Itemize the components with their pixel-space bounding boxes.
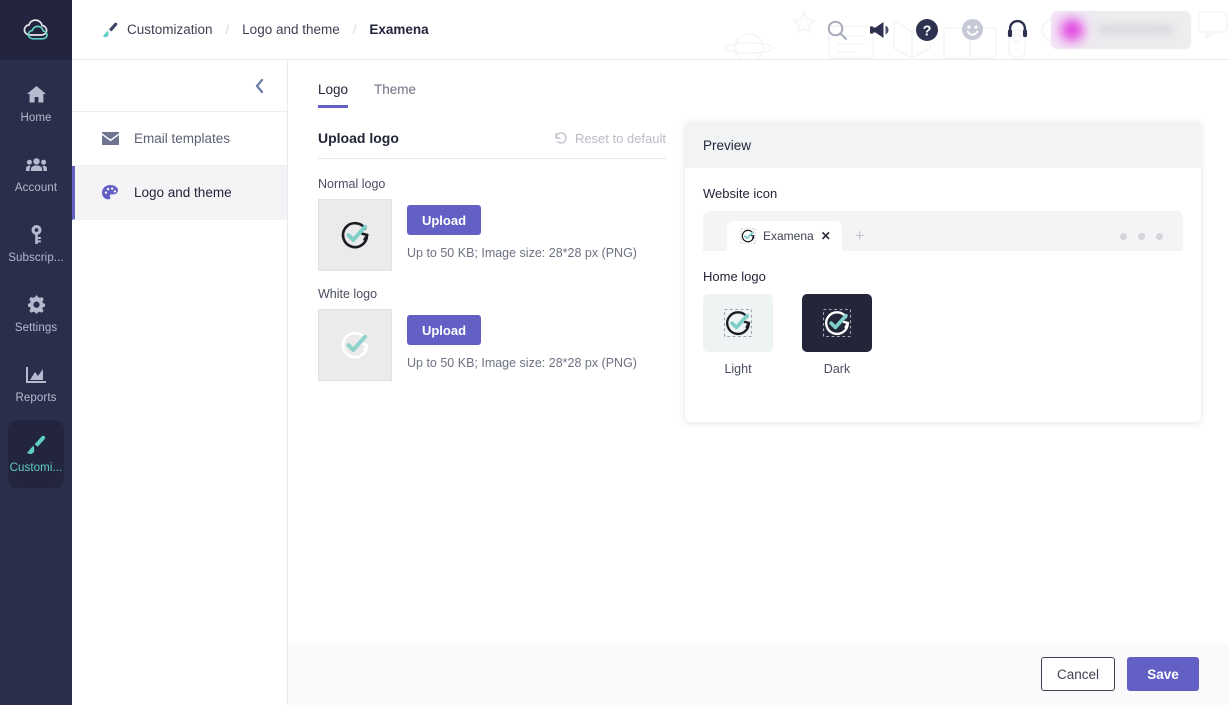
reset-arrow-icon — [555, 132, 567, 144]
top-header: Customization / Logo and theme / Examena — [72, 0, 1229, 60]
browser-menu-dots[interactable] — [1120, 233, 1163, 240]
white-logo-thumbnail[interactable] — [318, 309, 392, 381]
tab-logo[interactable]: Logo — [318, 82, 349, 108]
website-icon-label: Website icon — [703, 186, 778, 201]
breadcrumb-item-logo-and-theme[interactable]: Logo and theme — [242, 22, 340, 37]
breadcrumb-item-examena: Examena — [369, 22, 429, 37]
sidebar-item-home[interactable]: Home — [8, 70, 64, 138]
sidebar-item-customization[interactable]: Customi... — [8, 420, 64, 488]
footer-actions: Cancel Save — [288, 643, 1229, 705]
sidebar-item-logo-and-theme[interactable]: Logo and theme — [72, 166, 287, 220]
browser-tab[interactable]: Examena ✕ — [727, 221, 842, 251]
svg-text:?: ? — [923, 23, 932, 39]
main-content: Logo Theme Upload logo Reset to default … — [288, 60, 1229, 705]
content-tabs: Logo Theme — [288, 60, 1229, 108]
breadcrumb-item-customization[interactable]: Customization — [127, 22, 213, 37]
examena-logo-dark-icon — [822, 308, 852, 338]
normal-logo-hint: Up to 50 KB; Image size: 28*28 px (PNG) — [407, 246, 637, 260]
sidebar-item-settings[interactable]: Settings — [8, 280, 64, 348]
header-actions: ? — [826, 10, 1191, 49]
upload-white-logo-button[interactable]: Upload — [407, 315, 481, 345]
preview-panel-header: Preview — [685, 122, 1201, 168]
breadcrumb-separator: / — [225, 22, 230, 37]
cancel-button[interactable]: Cancel — [1041, 657, 1115, 691]
palette-icon — [102, 184, 119, 201]
sidebar-item-label: Customi... — [9, 461, 63, 474]
reset-to-default-label: Reset to default — [574, 130, 666, 146]
plus-icon[interactable]: + — [855, 226, 865, 246]
primary-sidebar: Home Account Subscrip... Settings Report… — [0, 0, 72, 705]
normal-logo-thumbnail[interactable] — [318, 199, 392, 271]
home-logo-light-caption: Light — [724, 362, 752, 376]
close-icon[interactable]: ✕ — [821, 230, 831, 242]
sidebar-item-label: Reports — [15, 391, 57, 404]
app-root: Home Account Subscrip... Settings Report… — [0, 0, 1229, 705]
favicon-icon — [740, 228, 756, 244]
home-logo-dark[interactable]: Dark — [802, 294, 872, 376]
preview-panel: Preview Website icon Examena ✕ + Home lo… — [685, 122, 1201, 422]
sidebar-item-label: Subscrip... — [8, 251, 64, 264]
breadcrumb: Customization / Logo and theme / Examena — [102, 22, 429, 38]
sidebar-item-subscription[interactable]: Subscrip... — [8, 210, 64, 278]
home-logo-label: Home logo — [703, 269, 766, 284]
tab-theme[interactable]: Theme — [374, 82, 416, 108]
search-icon[interactable] — [826, 19, 848, 41]
save-button[interactable]: Save — [1127, 657, 1199, 691]
smiley-icon[interactable] — [961, 18, 984, 41]
app-logo[interactable] — [0, 0, 72, 60]
sidebar-item-label: Logo and theme — [134, 185, 232, 200]
content-card: Logo Theme Upload logo Reset to default … — [288, 60, 1229, 643]
cloud-logo-icon — [23, 19, 48, 40]
home-icon — [26, 85, 46, 105]
reset-to-default-button[interactable]: Reset to default — [554, 131, 666, 146]
breadcrumb-separator: / — [352, 22, 357, 37]
home-logo-light[interactable]: Light — [703, 294, 773, 376]
gear-icon — [27, 295, 46, 315]
examena-logo-icon — [341, 221, 369, 249]
chevron-left-icon[interactable] — [254, 78, 265, 94]
sidebar-item-email-templates[interactable]: Email templates — [72, 112, 287, 166]
sidebar-item-label: Home — [20, 111, 52, 124]
primary-nav-list: Home Account Subscrip... Settings Report… — [0, 60, 72, 490]
secondary-sidebar: Email templates Logo and theme — [72, 60, 288, 705]
help-circle-icon[interactable]: ? — [915, 18, 939, 42]
examena-logo-white-icon — [341, 331, 369, 359]
sidebar-item-label: Account — [14, 181, 58, 194]
sidebar-item-reports[interactable]: Reports — [8, 350, 64, 418]
users-icon — [25, 155, 47, 175]
preview-title: Preview — [703, 137, 752, 153]
sidebar-item-label: Email templates — [134, 131, 231, 146]
envelope-icon — [102, 132, 119, 145]
home-logo-dark-caption: Dark — [823, 362, 851, 376]
preview-panel-body: Website icon Examena ✕ + Home logo Light… — [685, 168, 1201, 376]
secondary-sidebar-header — [72, 60, 287, 112]
megaphone-icon[interactable] — [870, 19, 893, 41]
brush-icon — [26, 435, 46, 455]
headset-icon[interactable] — [1006, 18, 1029, 41]
upload-logo-section-header: Upload logo Reset to default — [318, 130, 666, 159]
home-logo-variants: Light Dark — [703, 294, 1183, 376]
browser-tab-title: Examena — [763, 229, 814, 243]
brush-icon — [102, 22, 118, 38]
sidebar-item-account[interactable]: Account — [8, 140, 64, 208]
key-icon — [29, 225, 44, 245]
sidebar-item-label: Settings — [14, 321, 58, 334]
chart-icon — [26, 365, 46, 385]
white-logo-hint: Up to 50 KB; Image size: 28*28 px (PNG) — [407, 356, 637, 370]
section-title: Upload logo — [318, 130, 399, 146]
examena-logo-light-icon — [723, 308, 753, 338]
upload-normal-logo-button[interactable]: Upload — [407, 205, 481, 235]
browser-mock-bar: Examena ✕ + — [703, 211, 1183, 251]
user-avatar-menu[interactable] — [1051, 10, 1191, 49]
